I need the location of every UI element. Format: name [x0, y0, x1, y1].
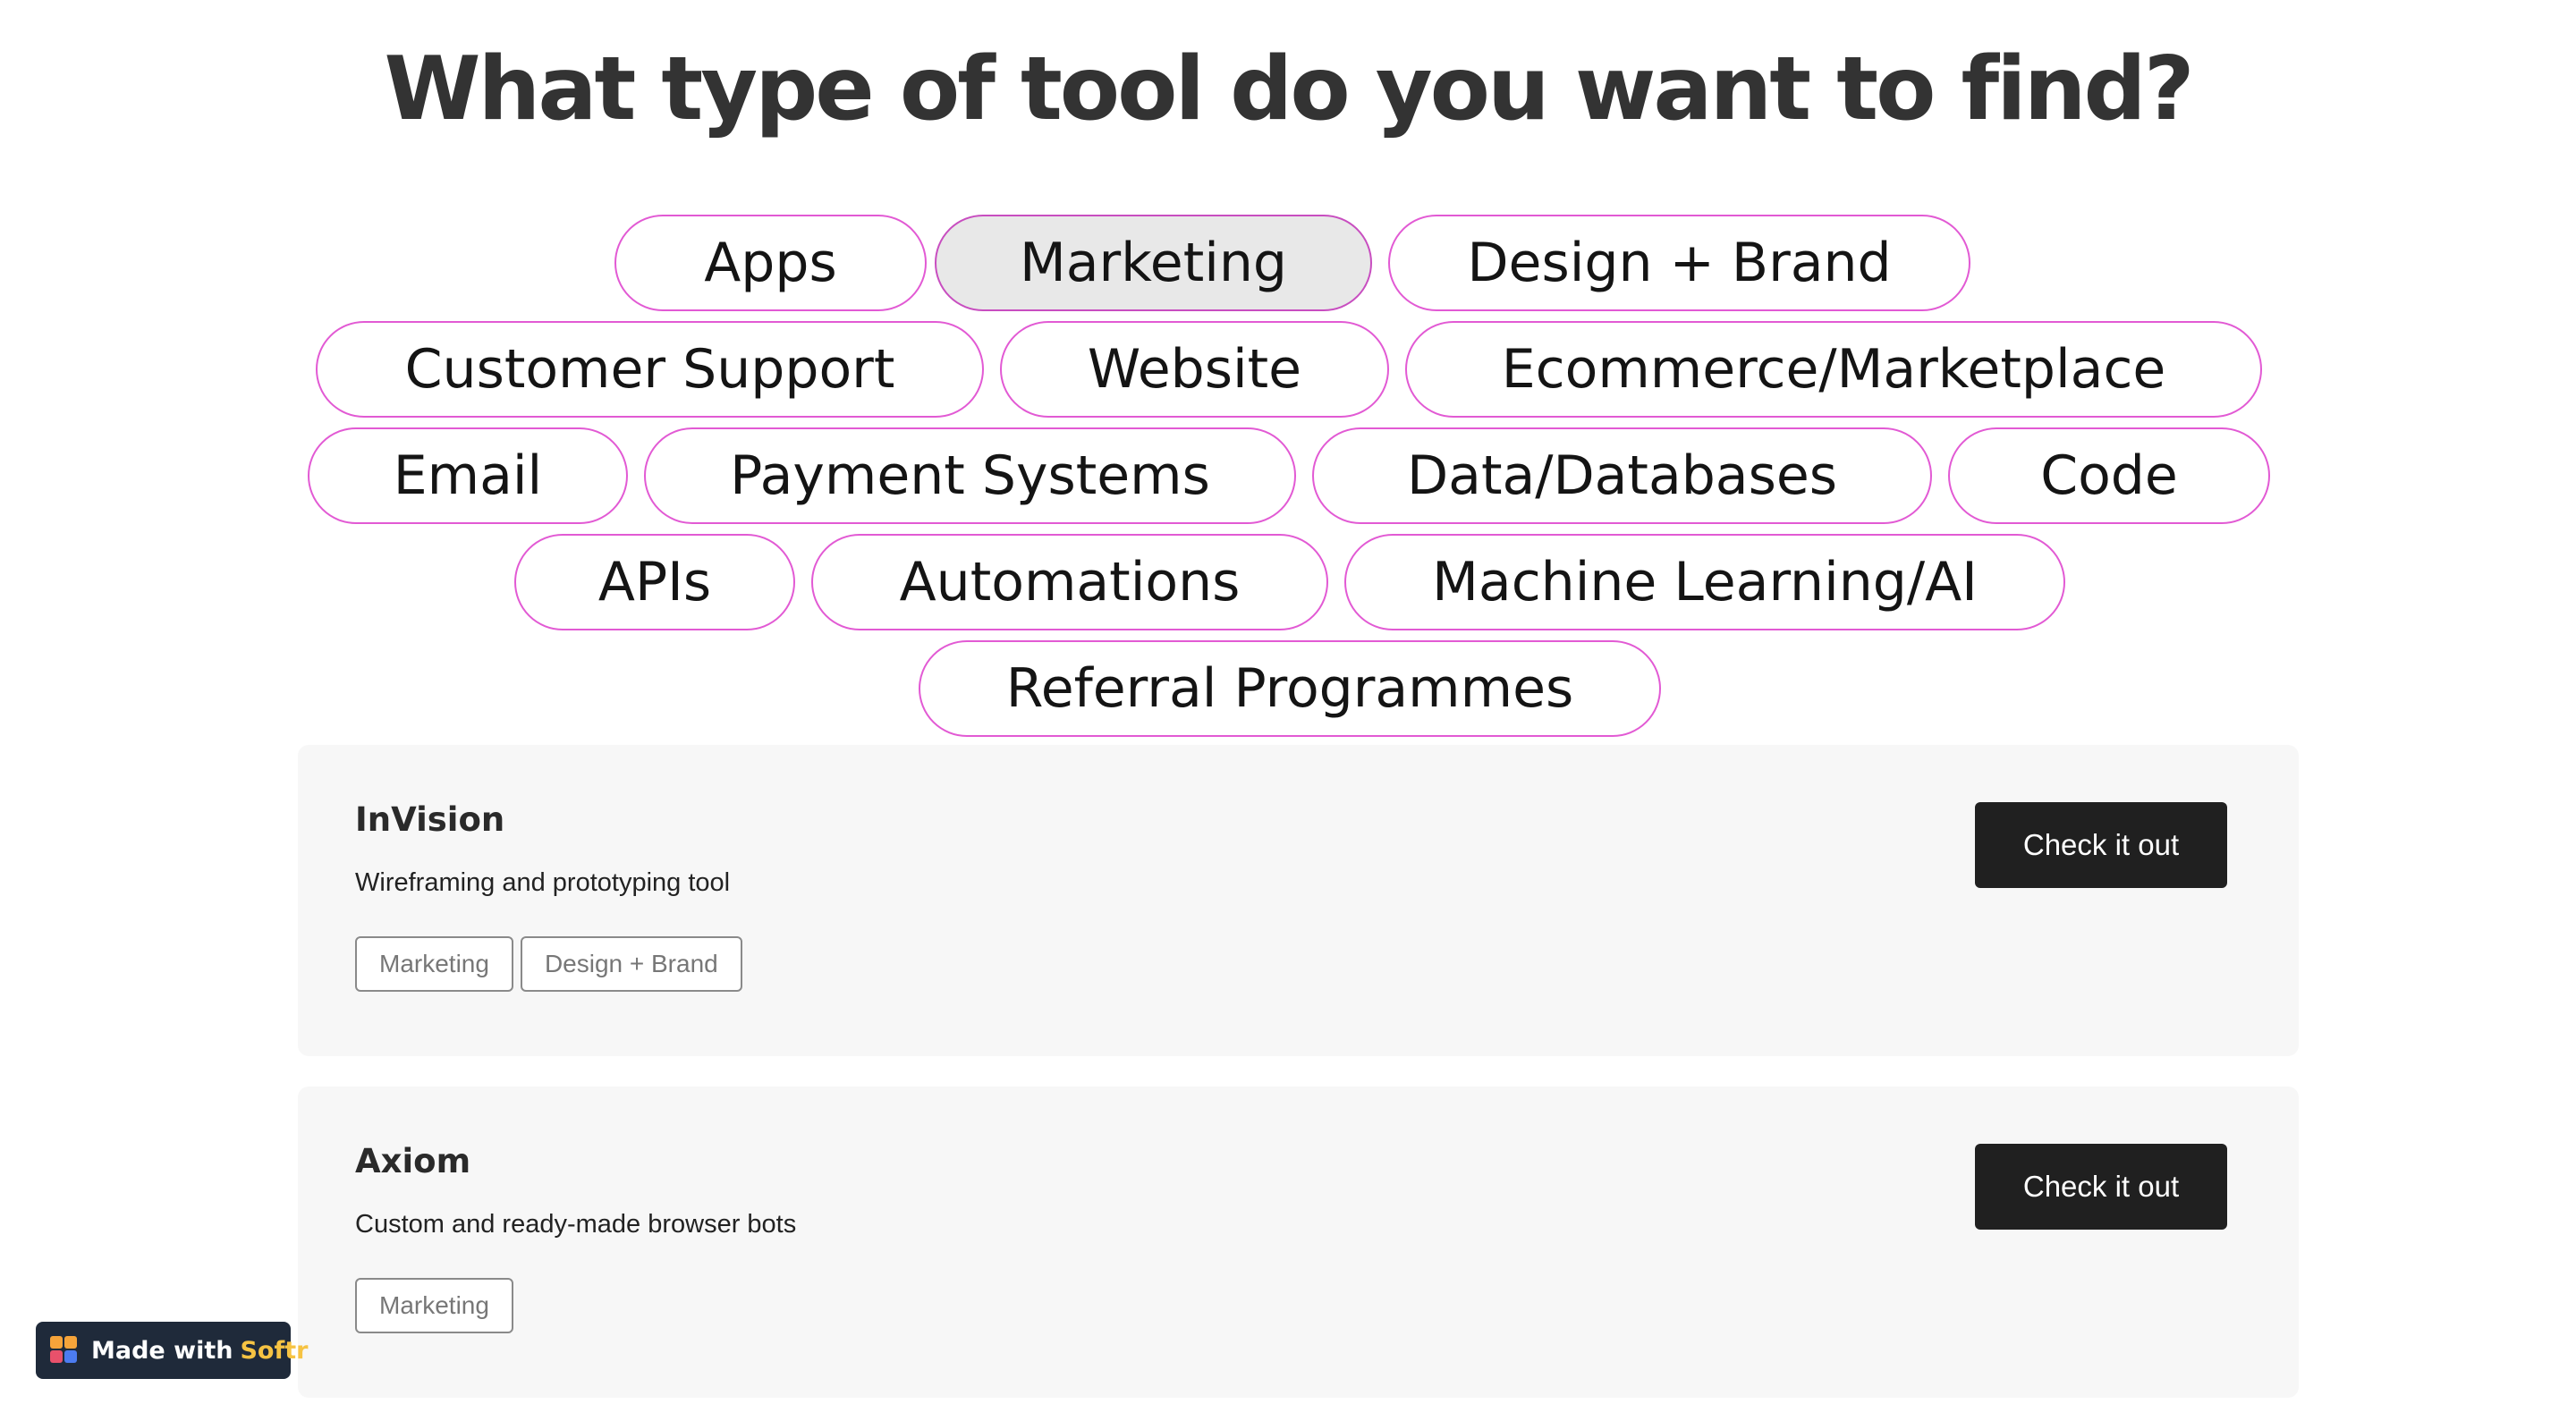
- badge-prefix: Made with: [91, 1336, 233, 1365]
- chip-code[interactable]: Code: [1948, 427, 2270, 524]
- tool-name: Axiom: [355, 1142, 471, 1180]
- tag-badge: Design + Brand: [520, 936, 742, 992]
- chip-customer-support[interactable]: Customer Support: [316, 321, 984, 418]
- tag-badge: Marketing: [355, 936, 513, 992]
- tool-card: Axiom Custom and ready-made browser bots…: [298, 1087, 2299, 1398]
- tool-name: InVision: [355, 800, 505, 839]
- tool-tags: Marketing Design + Brand: [355, 936, 742, 992]
- tool-card: InVision Wireframing and prototyping too…: [298, 745, 2299, 1056]
- chip-website[interactable]: Website: [1000, 321, 1389, 418]
- chip-data-databases[interactable]: Data/Databases: [1312, 427, 1932, 524]
- chip-design-brand[interactable]: Design + Brand: [1388, 215, 1970, 311]
- tool-description: Custom and ready-made browser bots: [355, 1210, 797, 1239]
- chip-apis[interactable]: APIs: [514, 534, 795, 630]
- chip-marketing[interactable]: Marketing: [935, 215, 1372, 311]
- chip-payment-systems[interactable]: Payment Systems: [644, 427, 1296, 524]
- chip-referral-programmes[interactable]: Referral Programmes: [919, 640, 1661, 737]
- check-it-out-button[interactable]: Check it out: [1975, 1144, 2227, 1230]
- made-with-softr-badge[interactable]: Made with Softr: [36, 1322, 308, 1379]
- chip-automations[interactable]: Automations: [811, 534, 1328, 630]
- softr-logo-icon: [50, 1336, 79, 1365]
- check-it-out-button[interactable]: Check it out: [1975, 802, 2227, 888]
- badge-brand: Softr: [240, 1336, 309, 1365]
- page-title: What type of tool do you want to find?: [384, 38, 2194, 140]
- chip-email[interactable]: Email: [308, 427, 628, 524]
- tag-badge: Marketing: [355, 1278, 513, 1333]
- tool-tags: Marketing: [355, 1278, 513, 1333]
- chip-apps[interactable]: Apps: [614, 215, 927, 311]
- chip-ecommerce-marketplace[interactable]: Ecommerce/Marketplace: [1405, 321, 2262, 418]
- chip-machine-learning-ai[interactable]: Machine Learning/AI: [1344, 534, 2065, 630]
- tool-description: Wireframing and prototyping tool: [355, 868, 731, 897]
